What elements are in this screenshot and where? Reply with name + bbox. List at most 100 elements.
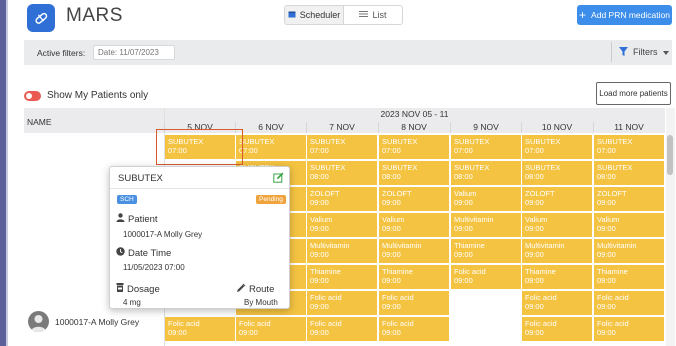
medication-cell[interactable]: ZOLOFT09:00 [594,187,664,211]
medication-name: Valium [597,215,620,224]
medication-name: ZOLOFT [310,189,340,198]
medication-name: SUBUTEX [382,137,418,146]
filters-button[interactable]: Filters [611,42,671,62]
medication-time: 09:00 [382,250,401,259]
medication-time: 09:00 [525,250,544,259]
medication-cell[interactable]: Folic acid09:00 [165,317,235,341]
medication-cell[interactable]: Valium09:00 [522,213,592,237]
view-toggle: Scheduler List [284,5,403,25]
medication-name: SUBUTEX [597,137,633,146]
patient-name: 1000017-A Molly Grey [55,316,140,327]
add-prn-medication-button[interactable]: + Add PRN medication [577,5,672,25]
medication-cell[interactable]: Thiamine09:00 [451,239,521,263]
tab-scheduler[interactable]: Scheduler [285,6,344,24]
medication-cell[interactable]: Folic acid09:00 [451,265,521,289]
medication-name: Thiamine [597,267,628,276]
day-header: 7 NOV [306,122,377,133]
scrollbar-thumb[interactable] [667,135,673,175]
week-label: 2023 NOV 05 - 11 [380,109,449,119]
medication-cell[interactable]: Folic acid09:00 [522,291,592,315]
medication-cell[interactable]: Valium09:00 [451,187,521,211]
medication-cell[interactable]: Folic acid09:00 [522,317,592,341]
selected-cell-outline [156,129,243,165]
medication-cell[interactable]: Thiamine09:00 [379,265,449,289]
medication-cell[interactable]: SUBUTEX 07:00 [307,135,377,159]
patient-label: Patient [128,213,158,225]
route-label: Route [249,283,275,295]
medication-cell[interactable]: Folic acid09:00 [594,317,664,341]
medication-cell[interactable]: Valium09:00 [594,213,664,237]
plus-icon: + [579,8,587,22]
medication-name: ZOLOFT [597,189,627,198]
medication-cell[interactable]: Valium09:00 [379,213,449,237]
patient-row-molly-grey[interactable]: 1000017-A Molly Grey [28,311,139,332]
medication-cell[interactable]: SUBUTEX 07:00 [451,135,521,159]
tab-list[interactable]: List [344,6,402,24]
route-label-row: Route [237,283,274,295]
medication-cell[interactable]: ZOLOFT09:00 [522,187,592,211]
medication-cell[interactable]: Folic acid09:00 [236,317,306,341]
medication-cell[interactable]: Multivitamin09:00 [594,239,664,263]
medication-time: 09:00 [525,276,544,285]
medication-cell[interactable]: SUBUTEX 07:00 [379,135,449,159]
status-badge: Pending [256,195,286,204]
medication-cell[interactable]: Folic acid09:00 [307,317,377,341]
schedule-type-badge: SCH [117,195,137,204]
medication-name: ZOLOFT [525,189,555,198]
medication-time: 09:00 [454,198,473,207]
medication-cell[interactable]: Multivitamin09:00 [522,239,592,263]
medication-cell[interactable]: ZOLOFT09:00 [307,187,377,211]
day-header: 10 NOV [521,122,592,133]
medication-cell[interactable]: SUBUTEX08:00 [594,161,664,185]
medication-cell[interactable]: Multivitamin09:00 [307,239,377,263]
medication-cell[interactable]: Thiamine09:00 [307,265,377,289]
clock-icon [116,247,125,259]
day-header: 11 NOV [593,122,664,133]
medication-name: Folic acid [310,319,342,328]
medication-name: Valium [382,215,405,224]
medication-time: 09:00 [454,224,473,233]
medication-cell[interactable]: Folic acid09:00 [307,291,377,315]
day-header: 8 NOV [378,122,449,133]
medication-name: SUBUTEX [525,137,561,146]
medication-name: Folic acid [310,293,342,302]
add-prn-label: Add PRN medication [591,10,670,20]
medication-name: Valium [454,189,477,198]
medication-name: SUBUTEX [310,163,346,172]
medication-time: 09:00 [597,302,616,311]
medication-time: 09:00 [382,328,401,337]
medication-cell[interactable]: Folic acid09:00 [379,291,449,315]
medication-cell[interactable]: SUBUTEX 07:00 [522,135,592,159]
filters-label: Filters [633,47,658,57]
medication-time: 09:00 [310,302,329,311]
medication-cell[interactable]: SUBUTEX 07:00 [594,135,664,159]
medication-cell[interactable]: SUBUTEX08:00 [451,161,521,185]
medication-cell[interactable]: Thiamine09:00 [594,265,664,289]
datetime-value: 11/05/2023 07:00 [123,263,185,272]
date-filter-input[interactable] [93,45,175,60]
my-patients-toggle[interactable] [24,90,41,101]
medication-cell[interactable]: Thiamine09:00 [522,265,592,289]
dosage-label: Dosage [127,283,160,295]
medication-cell[interactable]: Multivitamin09:00 [451,213,521,237]
medication-time: 09:00 [382,276,401,285]
medication-name: Folic acid [597,293,629,302]
medication-cell[interactable]: Folic acid09:00 [594,291,664,315]
edit-icon[interactable] [273,172,284,186]
medication-time: 08:00 [525,172,544,181]
medication-cell[interactable]: Folic acid09:00 [379,317,449,341]
medication-name: SUBUTEX [525,163,561,172]
medication-cell[interactable]: ZOLOFT09:00 [379,187,449,211]
medication-cell[interactable]: Valium09:00 [307,213,377,237]
mars-logo-icon [27,4,55,32]
medication-cell[interactable]: SUBUTEX08:00 [522,161,592,185]
medication-cell[interactable]: Multivitamin09:00 [379,239,449,263]
medication-cell[interactable]: SUBUTEX08:00 [379,161,449,185]
datetime-label-row: Date Time [116,247,171,259]
medication-cell[interactable]: SUBUTEX08:00 [307,161,377,185]
medication-cell[interactable]: SUBUTEX 07:00 [236,135,306,159]
medication-time: 09:00 [597,250,616,259]
avatar [28,311,49,332]
medication-time: 09:00 [310,276,329,285]
load-more-patients-button[interactable]: Load more patients [596,82,671,105]
